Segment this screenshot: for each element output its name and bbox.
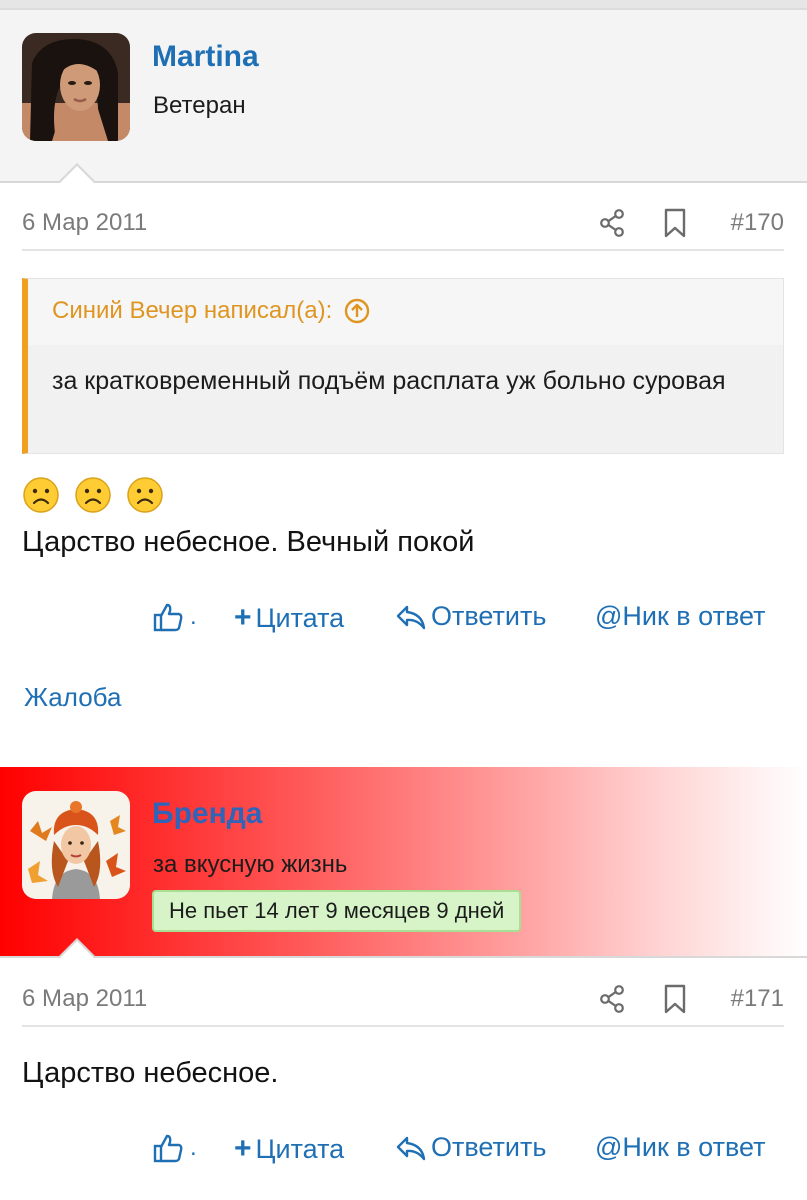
post-actions: . + Цитата Ответить @Ник в ответ (0, 1128, 807, 1168)
user-title: за вкусную жизнь (153, 851, 348, 878)
post-body: Царство небесное. Вечный покой (22, 526, 475, 558)
quote-button[interactable]: + Цитата (234, 1132, 344, 1166)
avatar-image (22, 791, 130, 899)
quote-text: за кратковременный подъём расплата уж бо… (28, 345, 783, 453)
mention-button[interactable]: @Ник в ответ (595, 601, 765, 632)
username[interactable]: Martina (152, 40, 259, 74)
bookmark-icon[interactable] (664, 208, 686, 238)
share-icon[interactable] (599, 985, 625, 1013)
post-meta: 6 Мар 2011 #171 (22, 973, 784, 1027)
post-number[interactable]: #171 (731, 985, 784, 1013)
post-actions: . + Цитата Ответить @Ник в ответ (0, 597, 807, 637)
quote-author[interactable]: Синий Вечер написал(а): (52, 297, 332, 325)
post-body: Царство небесное. (22, 1057, 279, 1089)
username[interactable]: Бренда (152, 797, 262, 831)
like-button[interactable]: . (152, 601, 197, 633)
like-count: . (190, 603, 197, 630)
thumbs-up-icon (153, 1134, 183, 1163)
avatar-image (22, 33, 130, 141)
quote-button-label: Цитата (255, 1133, 345, 1164)
mention-button[interactable]: @Ник в ответ (595, 1132, 765, 1163)
sobriety-badge: Не пьет 14 лет 9 месяцев 9 дней (152, 890, 522, 932)
avatar[interactable] (22, 33, 130, 141)
post-user-header: Martina Ветеран (0, 10, 807, 184)
reply-button[interactable]: Ответить (395, 601, 546, 632)
top-divider (0, 0, 807, 10)
emoji-row (22, 476, 164, 514)
reply-icon (396, 605, 426, 629)
reply-button-label: Ответить (431, 601, 547, 631)
quote-attribution[interactable]: Синий Вечер написал(а): (52, 297, 370, 325)
post-date[interactable]: 6 Мар 2011 (22, 985, 147, 1013)
arrow-up-circle-icon[interactable] (344, 298, 370, 324)
post-number[interactable]: #170 (731, 209, 784, 237)
user-title: Ветеран (153, 92, 246, 119)
thumbs-up-icon (153, 603, 183, 632)
reply-icon (396, 1136, 426, 1160)
post-user-header: Бренда за вкусную жизнь Не пьет 14 лет 9… (0, 767, 807, 959)
frowning-face-icon (23, 477, 59, 513)
bookmark-icon[interactable] (664, 984, 686, 1014)
share-icon[interactable] (599, 209, 625, 237)
post-meta: 6 Мар 2011 #170 (22, 197, 784, 251)
quote-button[interactable]: + Цитата (234, 601, 344, 635)
plus-icon: + (234, 601, 252, 634)
frowning-face-icon (75, 477, 111, 513)
report-link[interactable]: Жалоба (24, 682, 121, 713)
frowning-face-icon (127, 477, 163, 513)
quote-block: Синий Вечер написал(а): за кратковременн… (22, 278, 784, 454)
plus-icon: + (234, 1132, 252, 1165)
post-date[interactable]: 6 Мар 2011 (22, 209, 147, 237)
like-button[interactable]: . (152, 1132, 197, 1164)
like-count: . (190, 1134, 197, 1161)
reply-button[interactable]: Ответить (395, 1132, 546, 1163)
quote-button-label: Цитата (255, 602, 345, 633)
message-pointer (57, 938, 97, 959)
avatar[interactable] (22, 791, 130, 899)
reply-button-label: Ответить (431, 1132, 547, 1162)
message-pointer (57, 163, 97, 184)
